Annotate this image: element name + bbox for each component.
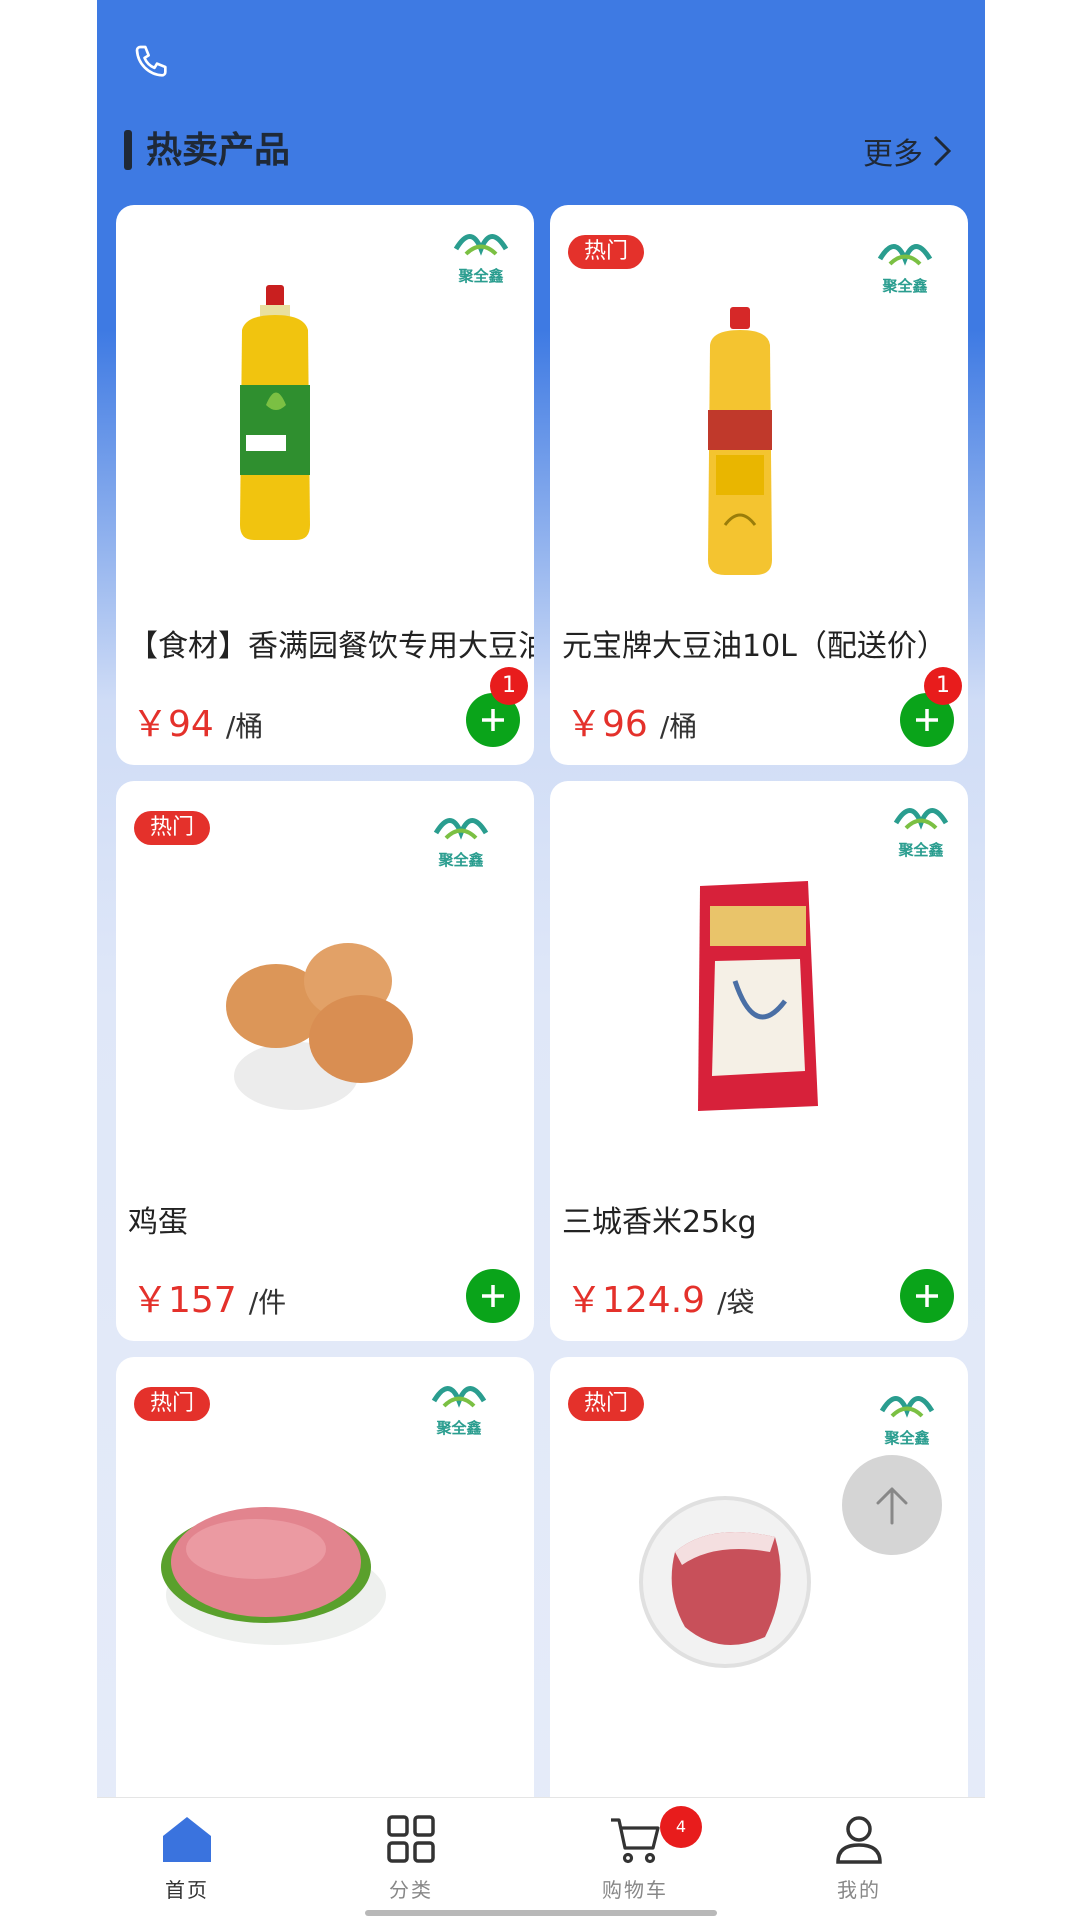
product-name: 三城香米25kg <box>562 1205 757 1240</box>
price-row: ￥157 /件 <box>132 1271 286 1321</box>
product-card[interactable]: 热门 聚全鑫 元宝牌大豆油10L（配送价） ￥96 /桶 1 <box>550 205 968 765</box>
svg-text:聚全鑫: 聚全鑫 <box>881 277 927 295</box>
tab-mine-label: 我的 <box>837 1878 881 1902</box>
product-unit: /件 <box>248 1286 287 1319</box>
svg-text:聚全鑫: 聚全鑫 <box>457 267 503 285</box>
arrow-up-icon <box>876 1487 908 1525</box>
product-card[interactable]: 热门 聚全鑫 鸡蛋 ￥157 /件 <box>116 781 534 1341</box>
add-to-cart-button[interactable] <box>466 1269 520 1323</box>
product-unit: /桶 <box>225 710 264 743</box>
section-title: 热卖产品 <box>146 130 291 171</box>
chevron-right-icon <box>933 135 952 167</box>
user-icon <box>836 1816 882 1864</box>
product-name: 鸡蛋 <box>128 1205 188 1240</box>
more-label: 更多 <box>863 137 923 172</box>
brand-logo: 聚全鑫 <box>860 229 950 299</box>
product-price: ￥94 <box>132 704 214 745</box>
grid-icon <box>387 1815 435 1863</box>
add-to-cart-button[interactable] <box>900 1269 954 1323</box>
svg-text:聚全鑫: 聚全鑫 <box>435 1419 481 1437</box>
product-name: 【食材】香满园餐饮专用大豆油 <box>128 629 534 664</box>
product-price: ￥96 <box>566 704 648 745</box>
product-unit: /袋 <box>717 1286 755 1319</box>
cart-icon <box>611 1818 660 1864</box>
price-row: ￥124.9 /袋 <box>566 1271 755 1321</box>
svg-text:聚全鑫: 聚全鑫 <box>883 1429 929 1447</box>
price-row: ￥94 /桶 <box>132 695 263 745</box>
hot-badge: 热门 <box>568 1387 645 1421</box>
tab-category[interactable]: 分类 <box>351 1814 471 1903</box>
plus-icon <box>916 1285 938 1307</box>
tab-home-label: 首页 <box>165 1878 209 1902</box>
plus-icon <box>482 709 504 731</box>
product-card[interactable]: 聚全鑫 【食材】香满园餐饮专用大豆油 ￥94 /桶 1 <box>116 205 534 765</box>
brand-logo: 聚全鑫 <box>876 793 966 863</box>
tab-mine[interactable]: 我的 <box>799 1814 919 1903</box>
cart-badge: 4 <box>660 1806 702 1848</box>
product-name: 元宝牌大豆油10L（配送价） <box>562 629 947 664</box>
price-row: ￥96 /桶 <box>566 695 697 745</box>
plus-icon <box>482 1285 504 1307</box>
home-icon <box>163 1817 211 1862</box>
svg-text:聚全鑫: 聚全鑫 <box>897 841 943 859</box>
product-price: ￥157 <box>132 1280 237 1321</box>
cart-count-badge: 1 <box>490 667 528 705</box>
home-indicator[interactable] <box>365 1910 717 1916</box>
hot-badge: 热门 <box>568 235 645 269</box>
more-link[interactable]: 更多 <box>863 122 953 180</box>
cart-count-badge: 1 <box>924 667 962 705</box>
tab-home[interactable]: 首页 <box>127 1814 247 1903</box>
svg-text:聚全鑫: 聚全鑫 <box>437 851 483 869</box>
section-accent-bar <box>124 130 132 170</box>
hot-badge: 热门 <box>134 1387 211 1421</box>
tab-cart-label: 购物车 <box>602 1878 668 1902</box>
back-to-top-button[interactable] <box>842 1455 942 1555</box>
phone-icon[interactable] <box>132 42 172 82</box>
hot-badge: 热门 <box>134 811 211 845</box>
product-price: ￥124.9 <box>566 1280 706 1321</box>
brand-logo: 聚全鑫 <box>862 1381 952 1451</box>
brand-logo: 聚全鑫 <box>436 219 526 289</box>
app-screen: 热卖产品 更多 聚全鑫 【食材】香满园餐饮专用大豆油 ￥94 /桶 1 热门 聚… <box>97 0 985 1920</box>
bottom-tab-bar: 首页 分类 购物车 我的 <box>97 1797 985 1920</box>
tab-category-label: 分类 <box>389 1878 433 1902</box>
product-card[interactable]: 聚全鑫 三城香米25kg ￥124.9 /袋 <box>550 781 968 1341</box>
product-unit: /桶 <box>659 710 698 743</box>
brand-logo: 聚全鑫 <box>414 1371 504 1441</box>
hot-products-header: 热卖产品 更多 <box>97 122 985 182</box>
brand-logo: 聚全鑫 <box>416 803 506 873</box>
plus-icon <box>916 709 938 731</box>
